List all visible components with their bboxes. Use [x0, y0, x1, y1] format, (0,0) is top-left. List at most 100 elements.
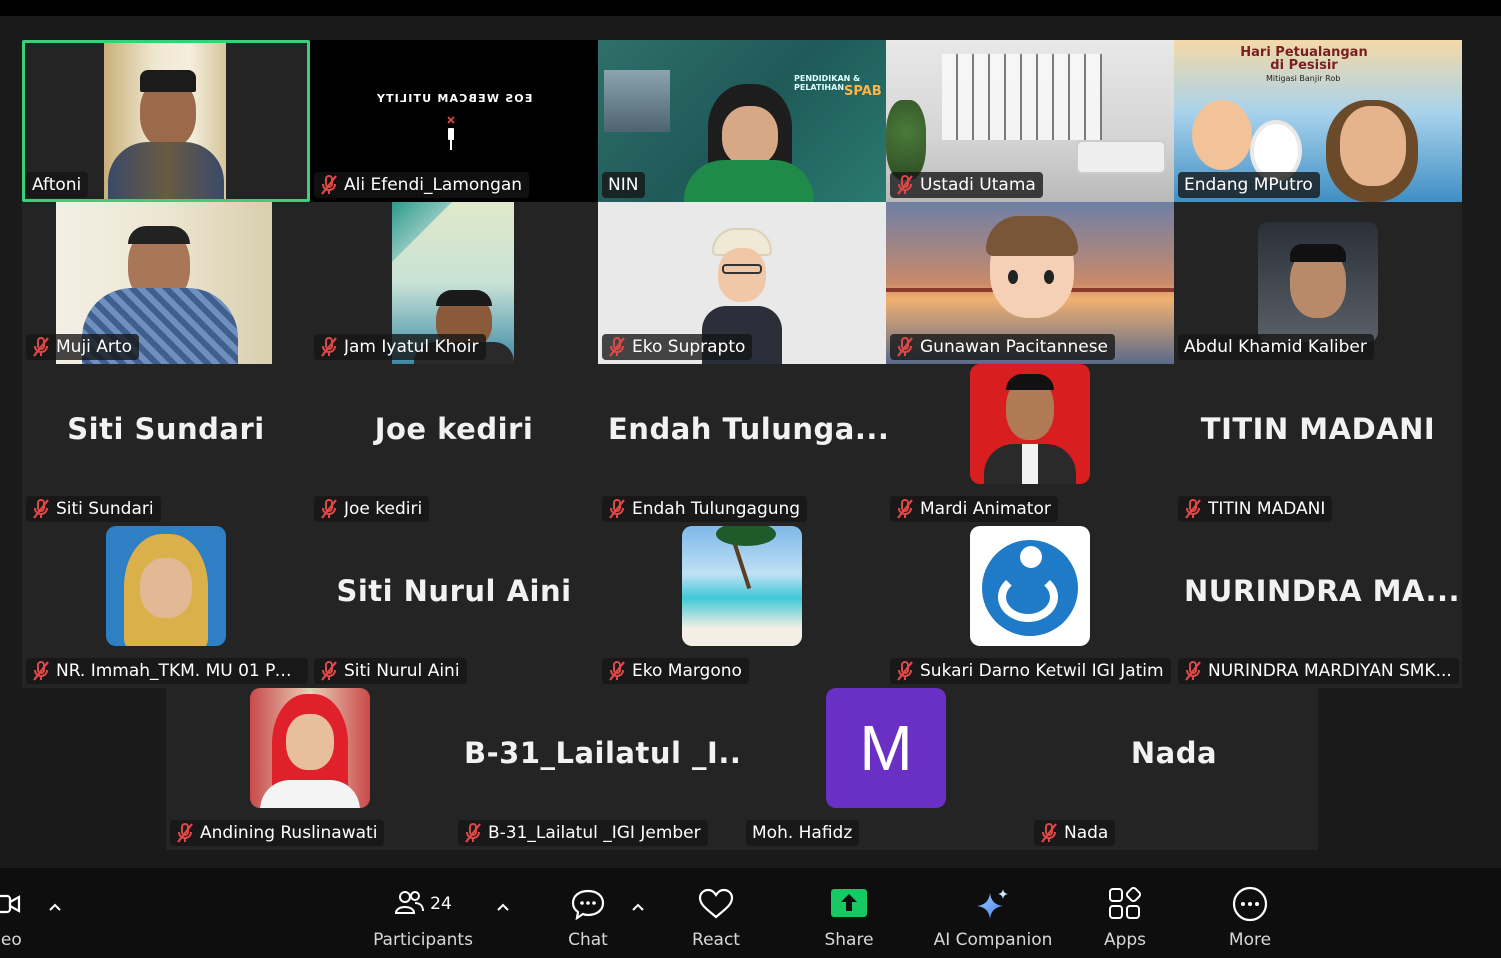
participant-name: Gunawan Pacitannese [920, 337, 1109, 357]
participant-tile[interactable]: Eko Margono [598, 526, 886, 688]
display-name: NURINDRA MA... [1184, 574, 1461, 608]
participant-name-tag: NR. Immah_TKM. MU 01 Pac... [26, 658, 308, 684]
mic-muted-icon [176, 823, 194, 843]
participant-tile[interactable]: Sukari Darno Ketwil IGI Jatim [886, 526, 1174, 688]
ai-companion-button[interactable]: AI Companion [930, 868, 1056, 958]
display-name: Endah Tulunga... [608, 412, 886, 446]
participant-name: Aftoni [32, 175, 82, 195]
display-name: Nada [1130, 736, 1218, 770]
meeting-toolbar: leo 24 Participants Chat React [0, 868, 1501, 958]
mic-muted-icon [320, 337, 338, 357]
participant-name-tag: Sukari Darno Ketwil IGI Jatim [890, 658, 1171, 684]
participant-name: Endah Tulungagung [632, 499, 801, 519]
display-name: Siti Sundari [67, 412, 265, 446]
participant-name-tag: Ustadi Utama [890, 172, 1043, 198]
participant-name: Siti Nurul Aini [344, 661, 460, 681]
video-gallery: Aftoni EOS WEBCAM UTILITY Ali Efendi_Lam… [0, 16, 1501, 868]
participant-tile[interactable]: TITIN MADANI TITIN MADANI [1174, 364, 1462, 526]
participant-tile[interactable]: Ustadi Utama [886, 40, 1174, 202]
video-button[interactable]: leo [0, 868, 26, 958]
more-label: More [1228, 930, 1272, 950]
participant-tile[interactable]: M Moh. Hafidz [742, 688, 1030, 850]
chat-button[interactable]: Chat [560, 868, 616, 958]
react-label: React [692, 930, 740, 950]
participant-name: B-31_Lailatul _IGI Jember [488, 823, 701, 843]
participant-name: Nada [1064, 823, 1109, 843]
heart-icon [698, 886, 734, 922]
top-strip [0, 0, 1501, 16]
participant-video [104, 40, 226, 202]
mic-muted-icon [896, 661, 914, 681]
react-button[interactable]: React [686, 868, 746, 958]
mic-muted-icon [896, 499, 914, 519]
participant-tile[interactable]: NR. Immah_TKM. MU 01 Pac... [22, 526, 310, 688]
chat-options-caret[interactable] [627, 896, 649, 918]
slide-subtitle: SPAB [844, 84, 882, 99]
participant-name-tag: B-31_Lailatul _IGI Jember [458, 820, 708, 846]
participant-video [1258, 222, 1378, 342]
participant-name: Ustadi Utama [920, 175, 1036, 195]
participant-tile[interactable]: Abdul Khamid Kaliber [1174, 202, 1462, 364]
participant-tile[interactable]: Siti Nurul Aini Siti Nurul Aini [310, 526, 598, 688]
share-button[interactable]: Share [818, 868, 880, 958]
display-name: Siti Nurul Aini [336, 574, 572, 608]
participant-name: NIN [608, 175, 639, 195]
participants-button[interactable]: 24 Participants [370, 868, 476, 958]
participant-name-tag: Mardi Animator [890, 496, 1058, 522]
chevron-up-icon [49, 903, 61, 911]
participant-name-tag: Andining Ruslinawati [170, 820, 385, 846]
participant-tile[interactable]: Aftoni [22, 40, 310, 202]
poster-subtitle: Mitigasi Banjir Rob [1266, 74, 1341, 83]
participant-name-tag: Abdul Khamid Kaliber [1178, 334, 1374, 360]
chevron-up-icon [497, 903, 509, 911]
participant-name-tag: Moh. Hafidz [746, 820, 860, 846]
mic-muted-icon [320, 661, 338, 681]
video-label: leo [0, 930, 22, 950]
initial-letter: M [859, 712, 913, 784]
participant-name-tag: Joe kediri [314, 496, 430, 522]
participant-tile[interactable]: EOS WEBCAM UTILITY Ali Efendi_Lamongan [310, 40, 598, 202]
share-screen-icon [831, 886, 867, 922]
participant-tile[interactable]: Siti Sundari Siti Sundari [22, 364, 310, 526]
mic-muted-icon [608, 337, 626, 357]
participant-tile[interactable]: Mardi Animator [886, 364, 1174, 526]
participant-tile[interactable]: Muji Arto [22, 202, 310, 364]
more-button[interactable]: More [1222, 868, 1278, 958]
poster-title: Hari Petualangan di Pesisir [1240, 45, 1368, 73]
apps-button[interactable]: Apps [1098, 868, 1152, 958]
participant-logo [970, 526, 1090, 646]
participant-tile[interactable]: Gunawan Pacitannese [886, 202, 1174, 364]
participant-tile[interactable]: PENDIDIKAN & PELATIHAN SPAB NIN [598, 40, 886, 202]
participant-name: Sukari Darno Ketwil IGI Jatim [920, 661, 1164, 681]
participant-name-tag: Endah Tulungagung [602, 496, 808, 522]
participant-tile[interactable]: Eko Suprapto [598, 202, 886, 364]
participant-name-tag: NIN [602, 172, 646, 198]
participant-name-tag: Siti Nurul Aini [314, 658, 467, 684]
chevron-up-icon [632, 903, 644, 911]
mic-muted-icon [608, 661, 626, 681]
participant-tile[interactable]: Jam Iyatul Khoir [310, 202, 598, 364]
video-options-caret[interactable] [44, 896, 66, 918]
participant-tile[interactable]: Hari Petualangan di Pesisir Mitigasi Ban… [1174, 40, 1462, 202]
display-name: Joe kediri [374, 412, 534, 446]
participants-options-caret[interactable] [492, 896, 514, 918]
mic-muted-icon [608, 499, 626, 519]
participant-name: Moh. Hafidz [752, 823, 853, 843]
participants-label: Participants [373, 930, 473, 950]
participant-tile[interactable]: Andining Ruslinawati [166, 688, 454, 850]
participant-name-tag: Muji Arto [26, 334, 139, 360]
mic-muted-icon [320, 175, 338, 195]
participant-photo [106, 526, 226, 646]
participant-name: Endang MPutro [1184, 175, 1313, 195]
participant-tile[interactable]: NURINDRA MA... NURINDRA MARDIYAN SMK... [1174, 526, 1462, 688]
participant-name-tag: Eko Margono [602, 658, 749, 684]
participant-tile[interactable]: Joe kediri Joe kediri [310, 364, 598, 526]
participant-photo [250, 688, 370, 808]
participant-name: TITIN MADANI [1208, 499, 1326, 519]
participant-tile[interactable]: Endah Tulunga... Endah Tulungagung [598, 364, 886, 526]
mic-muted-icon [1184, 661, 1202, 681]
mic-muted-icon [464, 823, 482, 843]
participant-tile[interactable]: B-31_Lailatul _I... B-31_Lailatul _IGI Je… [454, 688, 742, 850]
participant-name: Jam Iyatul Khoir [344, 337, 479, 357]
participant-tile[interactable]: Nada Nada [1030, 688, 1318, 850]
